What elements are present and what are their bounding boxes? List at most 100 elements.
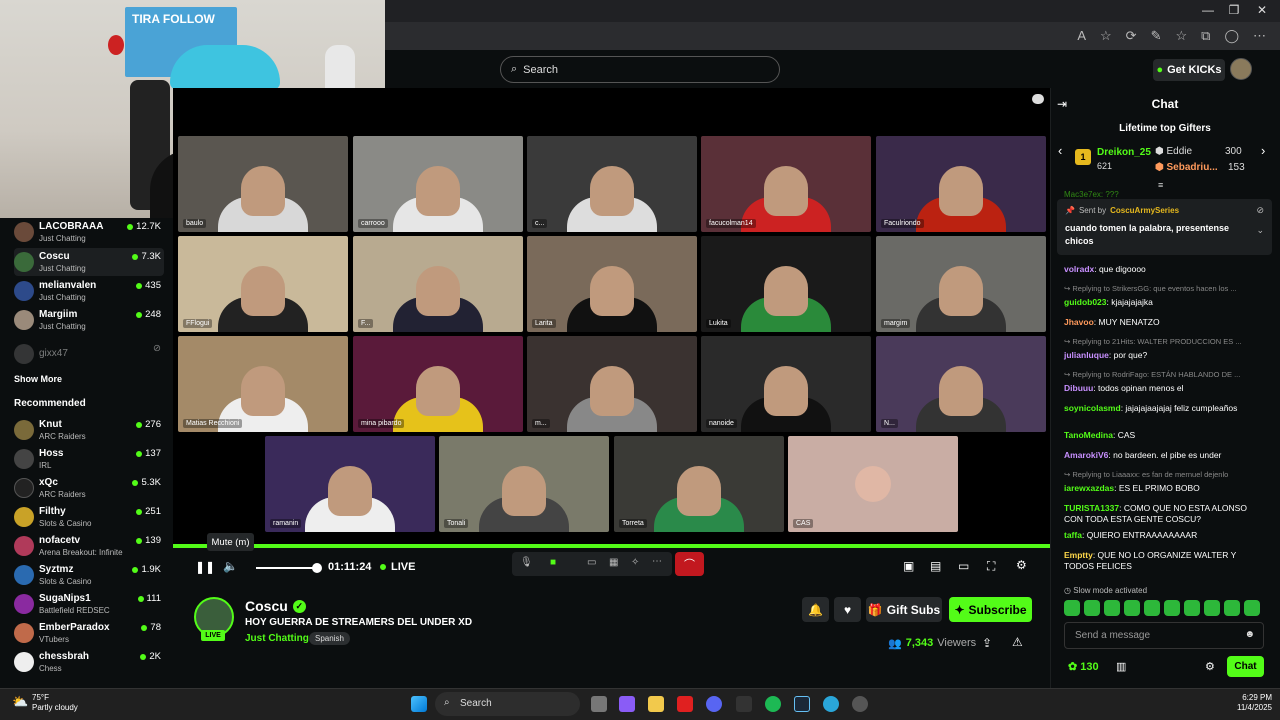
cinema-icon[interactable]: ▭ [958, 559, 969, 573]
participant-tile[interactable]: c... [527, 136, 697, 232]
get-kicks-button[interactable]: ● Get KICKs [1153, 59, 1225, 81]
emote-icon[interactable] [1104, 600, 1120, 616]
more-options-icon[interactable]: ⋯ [652, 556, 662, 567]
mini-player-icon[interactable]: ▣ [903, 559, 914, 573]
reply-context[interactable]: ↪ Replying to RodriFago: ESTÁN HABLANDO … [1064, 370, 1264, 379]
steam-icon[interactable] [794, 696, 810, 712]
gifter-name[interactable]: ⬢ Sebadriu... [1155, 162, 1218, 173]
file-explorer-icon[interactable] [648, 696, 664, 712]
chat-username[interactable]: TURISTA1337 [1064, 503, 1119, 513]
participant-tile[interactable]: Torreta [614, 436, 784, 532]
sidebar-channel[interactable]: xQc ARC Raiders 5.3K [14, 474, 164, 502]
sidebar-channel[interactable]: Hoss IRL 137 [14, 445, 164, 473]
app-icon[interactable] [852, 696, 868, 712]
sidebar-channel[interactable]: melianvalen Just Chatting 435 [14, 277, 164, 305]
stream-category[interactable]: Just Chatting [245, 633, 309, 644]
settings-icon[interactable]: ⚙ [1016, 558, 1027, 572]
follow-button[interactable]: ♥ [834, 597, 861, 622]
read-aloud-icon[interactable]: A [1077, 28, 1086, 44]
effects-icon[interactable]: ✧ [631, 557, 639, 568]
participant-tile[interactable]: FFlogui [178, 236, 348, 332]
chat-username[interactable]: Jhavoo [1064, 317, 1094, 327]
participant-tile[interactable]: ramanin [265, 436, 435, 532]
emote-icon[interactable] [1084, 600, 1100, 616]
reply-context[interactable]: ↪ Replying to Liaaaxx: es fan de mernuel… [1064, 470, 1264, 479]
volume-icon[interactable]: 🔈 [223, 559, 238, 573]
collections-icon[interactable]: ⧉ [1201, 28, 1210, 44]
streamer-name[interactable]: Coscu [245, 598, 288, 614]
search-input[interactable]: ⌕ Search [500, 56, 780, 83]
youtube-icon[interactable] [677, 696, 693, 712]
participant-tile[interactable]: Tonali [439, 436, 609, 532]
participant-tile[interactable]: margim [876, 236, 1046, 332]
sidebar-channel[interactable]: Margiim Just Chatting 248 [14, 306, 164, 334]
emote-icon[interactable] [1064, 600, 1080, 616]
maximize-icon[interactable]: ❐ [1224, 3, 1244, 17]
sidebar-channel[interactable]: Knut ARC Raiders 276 [14, 416, 164, 444]
close-window-icon[interactable]: ✕ [1252, 3, 1272, 17]
send-chat-button[interactable]: Chat [1227, 656, 1264, 677]
participant-tile[interactable]: Larita [527, 236, 697, 332]
participant-tile[interactable]: CAS [788, 436, 958, 532]
next-arrow-icon[interactable]: › [1261, 143, 1265, 158]
discord-icon[interactable] [706, 696, 722, 712]
sidebar-channel[interactable]: Filthy Slots & Casino 251 [14, 503, 164, 531]
reply-context[interactable]: ↪ Replying to StrikersGG: que eventos ha… [1064, 284, 1264, 293]
pinned-user[interactable]: CoscuArmySeries [1110, 206, 1179, 215]
report-icon[interactable]: ⚠ [1012, 635, 1023, 649]
participant-tile[interactable]: Lukita [701, 236, 871, 332]
weather-widget[interactable]: 75°F Partly cloudy [32, 693, 78, 713]
chat-username[interactable]: AmarokiV6 [1064, 450, 1108, 460]
notifications-button[interactable]: 🔔 [802, 597, 829, 622]
grid-icon[interactable]: ▦ [609, 557, 618, 568]
emote-icon[interactable] [1144, 600, 1160, 616]
end-call-button[interactable]: ⌒ [675, 552, 704, 576]
chat-username[interactable]: TanoMedina [1064, 430, 1113, 440]
sidebar-channel[interactable]: LACOBRAAA Just Chatting 12.7K [14, 218, 164, 246]
participant-tile[interactable]: N... [876, 336, 1046, 432]
pause-icon[interactable]: ❚❚ [195, 560, 215, 574]
spotify-icon[interactable] [765, 696, 781, 712]
filter-icon[interactable]: ≡ [1158, 180, 1163, 190]
chat-username[interactable]: taffa [1064, 530, 1082, 540]
share-icon[interactable]: ⇪ [982, 636, 992, 650]
mic-icon[interactable]: 🎙 [520, 557, 533, 568]
emote-icon[interactable] [1124, 600, 1140, 616]
profile-icon[interactable]: ◯ [1224, 28, 1239, 44]
taskbar-search[interactable]: ⌕ Search [435, 692, 580, 716]
fullscreen-icon[interactable]: ⛶ [987, 559, 995, 574]
more-icon[interactable]: ⋯ [1253, 28, 1266, 44]
participant-tile[interactable]: Faculriondo [876, 136, 1046, 232]
chat-settings-icon[interactable]: ⚙ [1205, 660, 1215, 673]
pen-icon[interactable]: ✎ [1151, 28, 1162, 44]
expand-icon[interactable]: ⌄ [1256, 225, 1264, 236]
minimize-icon[interactable]: — [1198, 3, 1218, 17]
theater-icon[interactable]: ▤ [930, 559, 941, 573]
app-icon[interactable] [736, 696, 752, 712]
sidebar-channel-active[interactable]: Coscu Just Chatting 7.3K [14, 248, 164, 276]
sidebar-channel-offline[interactable]: gixx47 ⊘ [14, 340, 164, 368]
participant-tile[interactable]: mina pibardo [353, 336, 523, 432]
chat-bubble-icon[interactable] [1032, 94, 1044, 104]
sidebar-channel[interactable]: nofacetv Arena Breakout: Infinite 139 [14, 532, 164, 560]
user-avatar[interactable] [1230, 58, 1252, 80]
participant-tile[interactable]: baulo [178, 136, 348, 232]
sidebar-channel[interactable]: chessbrah Chess 2K [14, 648, 164, 676]
sidebar-channel[interactable]: SugaNips1 Battlefield REDSEC 111 [14, 590, 164, 618]
chat-username[interactable]: volradx [1064, 264, 1094, 274]
gifter-name[interactable]: ⬢ Eddie [1155, 146, 1192, 157]
emote-icon[interactable] [1204, 600, 1220, 616]
favorite-icon[interactable]: ☆ [1100, 28, 1112, 44]
participant-tile[interactable]: carrooo [353, 136, 523, 232]
participant-tile[interactable]: F... [353, 236, 523, 332]
chat-username[interactable]: julianluque [1064, 350, 1109, 360]
emote-icon[interactable] [1164, 600, 1180, 616]
task-view-icon[interactable] [591, 696, 607, 712]
camera-icon[interactable]: ■ [550, 557, 556, 568]
participant-tile[interactable]: Matias Recchioni [178, 336, 348, 432]
participant-tile[interactable]: m... [527, 336, 697, 432]
chat-username[interactable]: soynicolasmd [1064, 403, 1121, 413]
prev-arrow-icon[interactable]: ‹ [1058, 143, 1062, 158]
edge-icon[interactable] [823, 696, 839, 712]
copilot-icon[interactable] [619, 696, 635, 712]
